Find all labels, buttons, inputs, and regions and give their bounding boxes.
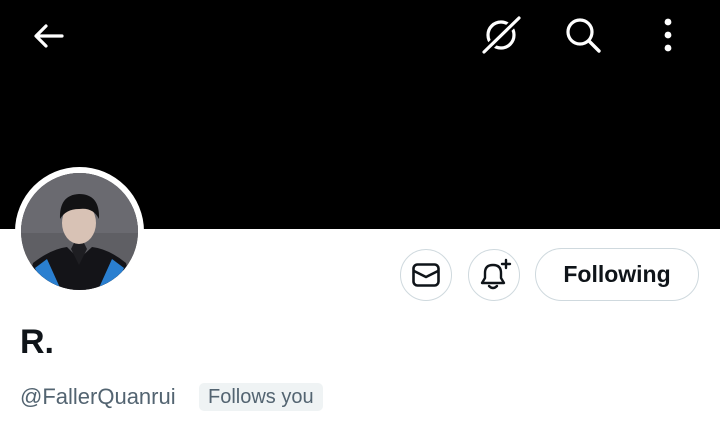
more-vertical-icon xyxy=(664,18,672,52)
notifications-button[interactable] xyxy=(468,249,520,301)
avatar[interactable] xyxy=(21,173,138,290)
bell-plus-icon xyxy=(480,258,512,290)
back-button[interactable] xyxy=(28,19,68,53)
display-name: R. xyxy=(20,323,54,361)
envelope-icon xyxy=(412,263,440,287)
follows-you-badge: Follows you xyxy=(199,383,323,411)
grok-button[interactable] xyxy=(478,14,524,56)
search-icon xyxy=(566,18,601,53)
grok-icon xyxy=(481,15,522,55)
avatar-image xyxy=(21,173,138,290)
search-button[interactable] xyxy=(562,14,604,56)
user-handle: @FallerQuanrui xyxy=(20,384,176,409)
more-options-button[interactable] xyxy=(653,14,683,56)
back-arrow-icon xyxy=(34,24,64,48)
following-button[interactable]: Following xyxy=(535,248,699,301)
message-button[interactable] xyxy=(400,249,452,301)
